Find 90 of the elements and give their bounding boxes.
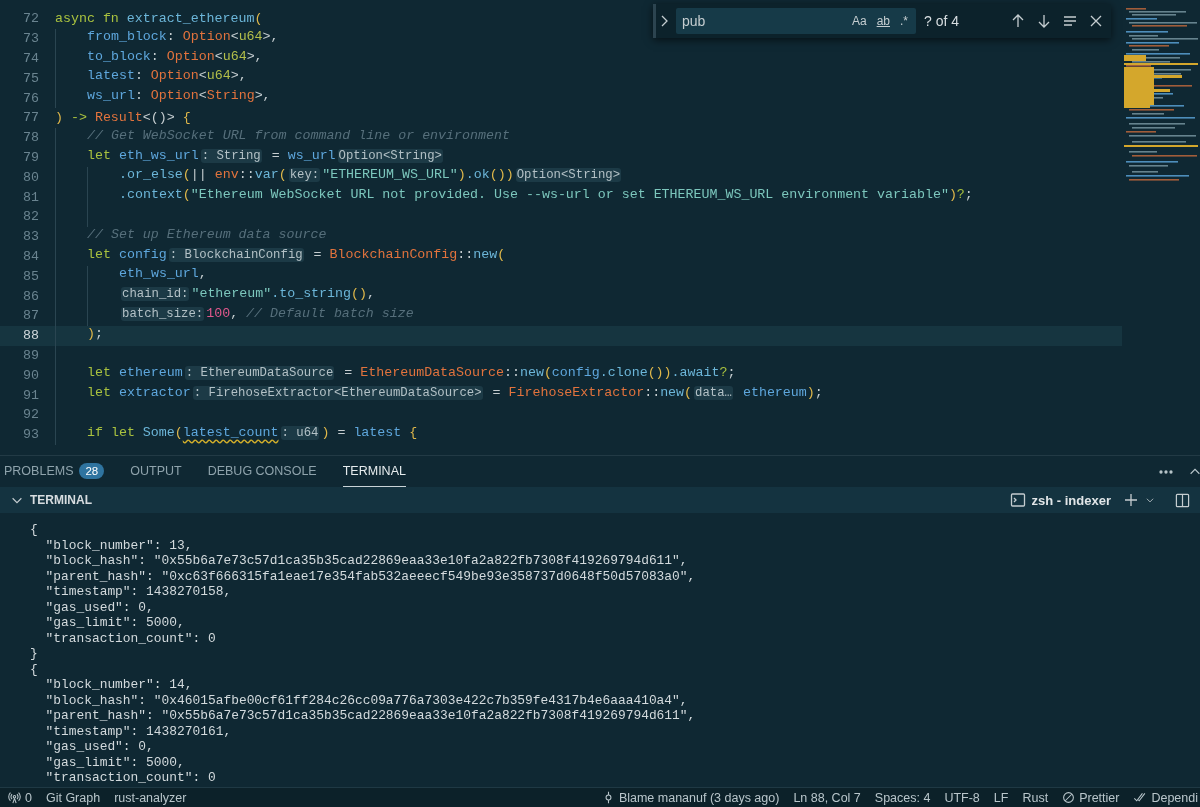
broadcast-icon xyxy=(8,791,21,804)
code-line: eth_ws_url, xyxy=(119,266,207,282)
line-number: 77 xyxy=(22,110,39,126)
terminal-line: { xyxy=(30,522,38,538)
arrow-up-icon[interactable] xyxy=(1010,13,1026,29)
line-number: 91 xyxy=(22,387,39,403)
double-check-icon xyxy=(1133,791,1148,804)
terminal-icon[interactable] xyxy=(1009,492,1026,508)
code-line: async fn extract_ethereum( xyxy=(55,11,263,27)
terminal-line: "gas_limit": 5000, xyxy=(45,615,185,631)
terminal-line: "parent_hash": "0xc63f666315fa1eae17e354fab532aeeecf549be93e358737d0648f50d57083a0", xyxy=(45,568,696,584)
code-line: // Set up Ethereum data source xyxy=(87,226,327,242)
line-number: 92 xyxy=(22,407,39,423)
panel-tab[interactable]: PROBLEMS 28 xyxy=(4,456,117,487)
line-number: 83 xyxy=(22,229,39,245)
code-line: latest: Option<u64>, xyxy=(87,68,247,84)
status-item[interactable]: Dependi xyxy=(1151,790,1198,805)
code-line: from_block: Option<u64>, xyxy=(87,28,279,44)
close-icon[interactable] xyxy=(1088,13,1104,29)
line-number: 87 xyxy=(22,308,39,324)
code-line: to_block: Option<u64>, xyxy=(87,48,263,64)
line-number: 88 xyxy=(22,328,39,344)
find-field[interactable]: pub Aa ab .* xyxy=(676,8,916,34)
terminal-line: "block_hash": "0x46015afbe00cf61ff284c26cc09a776a7303e422c7b359fe4317b4e6aaa410a4", xyxy=(45,692,688,708)
status-item[interactable]: LF xyxy=(993,790,1009,805)
terminal-line: "block_number": 14, xyxy=(45,677,193,693)
terminal-line: "block_number": 13, xyxy=(45,537,193,553)
terminal-line: { xyxy=(30,661,38,677)
terminal-line: "transaction_count": 0 xyxy=(45,630,216,646)
line-number: 82 xyxy=(22,209,39,225)
terminal-line: "transaction_count": 0 xyxy=(45,770,216,786)
line-number: 84 xyxy=(22,248,39,264)
terminal-line: "block_hash": "0x55b6a7e73c57d1ca35b35cad22869eaa33e10fa2a822fb7308f419269794d611", xyxy=(45,553,688,569)
status-item[interactable]: Blame mananuf (3 days ago) xyxy=(618,790,780,805)
code-line: batch_size: 100, // Default batch size xyxy=(120,305,414,321)
line-number: 90 xyxy=(22,367,39,383)
terminal-line: "gas_used": 0, xyxy=(45,739,154,755)
code-line: let extractor : FirehoseExtractor<EthereumDataSource> = FirehoseExtractor::new( data… ethereum); xyxy=(87,385,823,401)
code-line: ); xyxy=(87,325,103,341)
line-number: 75 xyxy=(22,70,39,86)
find-option-toggle[interactable]: .* xyxy=(898,13,910,29)
terminal-name[interactable]: zsh - indexer xyxy=(1031,492,1111,508)
match-count: ? of 4 xyxy=(924,13,961,29)
line-number: 85 xyxy=(22,268,39,284)
line-number: 89 xyxy=(22,347,39,363)
count-badge: 28 xyxy=(79,463,105,479)
line-number: 72 xyxy=(22,11,39,27)
line-number: 80 xyxy=(22,169,39,185)
terminal-line: "timestamp": 1438270158, xyxy=(45,584,232,600)
line-number: 74 xyxy=(22,51,39,66)
line-number: 76 xyxy=(22,90,39,106)
status-item[interactable]: Spaces: 4 xyxy=(874,790,931,805)
prohibited-icon xyxy=(1062,791,1076,804)
section-title: TERMINAL xyxy=(30,493,92,507)
status-item[interactable]: UTF-8 xyxy=(944,790,980,805)
code-line: let ethereum : EthereumDataSource = EthereumDataSource::new(config.clone()).await?; xyxy=(87,365,736,381)
find-option-toggle[interactable]: Aa xyxy=(849,13,869,29)
lines-icon[interactable] xyxy=(1062,13,1078,29)
line-number: 78 xyxy=(22,130,39,146)
code-line: .or_else(|| env::var( key: "ETHEREUM_WS_URL").ok()) Option<String> xyxy=(119,167,623,183)
code-line: ) -> Result<()> { xyxy=(55,110,191,126)
line-number: 73 xyxy=(22,31,39,47)
line-number: 81 xyxy=(22,189,39,205)
code-line: ws_url: Option<String>, xyxy=(87,88,271,104)
terminal-line: "parent_hash": "0x55b6a7e73c57d1ca35b35cad22869eaa33e10fa2a822fb7308f419269794d611", xyxy=(45,708,696,724)
status-item[interactable]: Rust xyxy=(1022,790,1049,805)
find-option-toggle[interactable]: ab xyxy=(874,13,892,29)
line-number: 79 xyxy=(22,149,39,165)
arrow-down-icon[interactable] xyxy=(1036,13,1052,29)
split-icon[interactable] xyxy=(1175,492,1190,508)
status-item[interactable]: rust-analyzer xyxy=(114,790,187,805)
terminal-line: "timestamp": 1438270161, xyxy=(45,723,232,739)
code-line: if let Some(latest_count : u64 ) = latest { xyxy=(87,424,418,440)
panel-tab[interactable]: OUTPUT xyxy=(130,456,194,487)
status-item[interactable]: 0 xyxy=(25,790,32,805)
code-line: let config : BlockchainConfig = BlockchainConfig::new( xyxy=(87,246,506,262)
line-number: 86 xyxy=(22,288,39,304)
status-item[interactable]: Prettier xyxy=(1079,790,1120,805)
terminal-line: } xyxy=(30,646,38,662)
line-number: 93 xyxy=(22,427,39,443)
status-item[interactable]: Ln 88, Col 7 xyxy=(793,790,861,805)
code-line: .context("Ethereum WebSocket URL not provided. Use --ws-url or set ETHEREUM_WS_URL environment variable")?; xyxy=(119,187,973,203)
code-line: chain_id: "ethereum".to_string(), xyxy=(120,286,375,302)
panel-tab[interactable]: DEBUG CONSOLE xyxy=(207,456,329,487)
terminal-line: "gas_used": 0, xyxy=(45,599,154,615)
code-line: // Get WebSocket URL from command line or environment xyxy=(87,127,510,143)
status-item[interactable]: Git Graph xyxy=(45,790,101,805)
plus-icon[interactable] xyxy=(1123,492,1139,508)
terminal-line: "gas_limit": 5000, xyxy=(45,754,185,770)
code-line: let eth_ws_url : String = ws_url Option<String> xyxy=(87,147,444,163)
